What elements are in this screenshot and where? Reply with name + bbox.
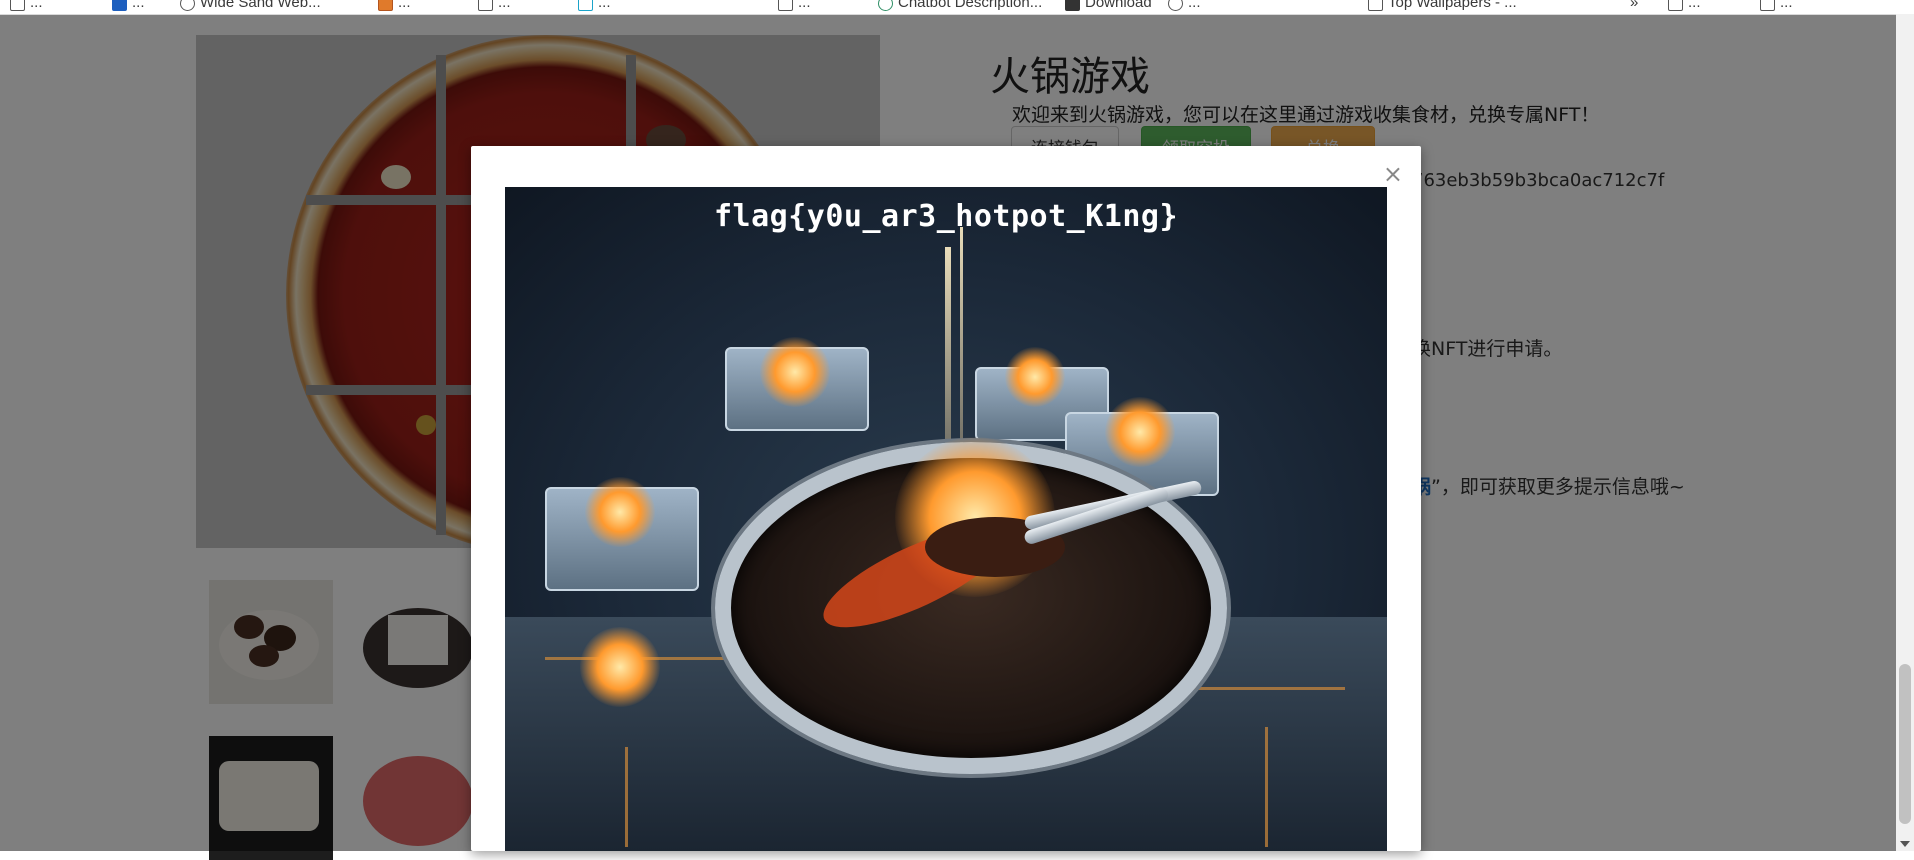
image-icon [1368, 0, 1383, 11]
bookmark-item[interactable]: ... [10, 0, 43, 11]
bookmark-item[interactable]: ... [578, 0, 611, 11]
bookmark-item[interactable]: ... [112, 0, 145, 11]
folder-icon [778, 0, 793, 11]
bookmark-item[interactable]: ... [1668, 0, 1701, 11]
globe-icon [180, 0, 195, 11]
bookmark-item[interactable]: ... [1168, 0, 1201, 11]
download-icon [1065, 0, 1080, 11]
bookmarks-overflow-button[interactable]: » [1630, 0, 1638, 11]
bookmark-icon [112, 0, 127, 11]
folder-icon [10, 0, 25, 11]
bookmark-icon [478, 0, 493, 11]
scrollbar-thumb[interactable] [1899, 664, 1911, 824]
flag-image: flag{y0u_ar3_hotpot_K1ng} [505, 187, 1387, 851]
close-icon[interactable]: × [1383, 162, 1403, 186]
chatbot-icon [878, 0, 893, 11]
bookmark-icon [378, 0, 393, 11]
scroll-down-icon[interactable] [1900, 841, 1910, 847]
flag-text: flag{y0u_ar3_hotpot_K1ng} [713, 199, 1179, 234]
folder-icon [1760, 0, 1775, 11]
bookmark-item[interactable]: ... [778, 0, 811, 11]
bookmark-item[interactable]: ... [1760, 0, 1793, 11]
folder-icon [1668, 0, 1683, 11]
bookmark-item[interactable]: Chatbot Description... [878, 0, 1042, 11]
bookmark-item[interactable]: Top Wallpapers - ... [1368, 0, 1517, 11]
bookmark-item[interactable]: ... [478, 0, 511, 11]
bookmarks-bar: ... ... Wide Sand Web... ... ... ... ...… [0, 0, 1914, 15]
globe-icon [1168, 0, 1183, 11]
bookmark-icon [578, 0, 593, 11]
bookmark-item[interactable]: Wide Sand Web... [180, 0, 321, 11]
bookmark-item[interactable]: ... [378, 0, 411, 11]
page-scrollbar[interactable] [1896, 14, 1914, 851]
flag-modal: × flag{y0u_ar3_hotpot_K1ng} [471, 146, 1421, 851]
bookmark-item[interactable]: Download [1065, 0, 1152, 11]
